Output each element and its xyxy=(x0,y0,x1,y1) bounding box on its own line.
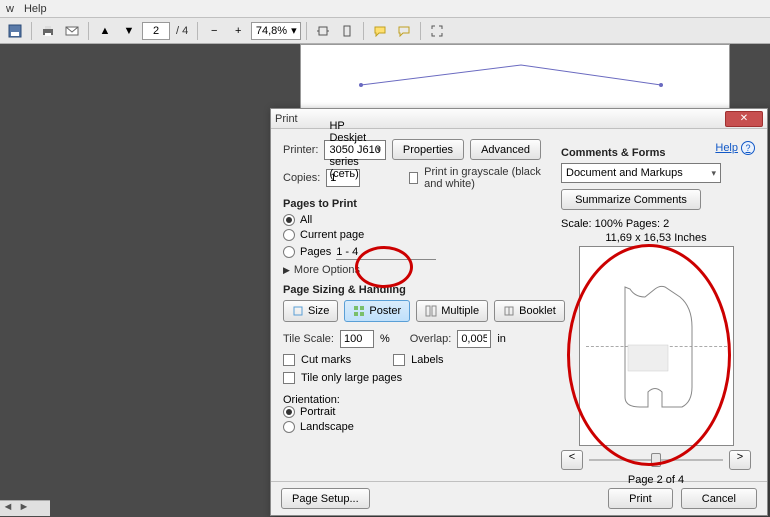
pages-range-input[interactable] xyxy=(336,244,436,260)
radio-current[interactable] xyxy=(283,229,295,241)
pattern-preview-icon xyxy=(610,277,710,417)
cancel-button[interactable]: Cancel xyxy=(681,488,757,509)
radio-all-label: All xyxy=(300,214,312,226)
menu-item[interactable]: w xyxy=(6,3,14,15)
booklet-icon xyxy=(503,305,515,317)
print-icon[interactable] xyxy=(37,21,59,41)
size-icon xyxy=(292,305,304,317)
percent-label: % xyxy=(380,333,390,345)
tile-scale-input[interactable] xyxy=(340,330,374,348)
save-icon[interactable] xyxy=(4,21,26,41)
cutmarks-checkbox[interactable] xyxy=(283,354,295,366)
grayscale-label: Print in grayscale (black and white) xyxy=(424,166,541,190)
zoom-input[interactable]: 74,8%▾ xyxy=(251,22,301,40)
document-page-background xyxy=(300,44,730,114)
radio-landscape-label: Landscape xyxy=(300,421,354,433)
copies-label: Copies: xyxy=(283,172,320,184)
printer-label: Printer: xyxy=(283,144,318,156)
radio-landscape[interactable] xyxy=(283,421,295,433)
tab-size[interactable]: Size xyxy=(283,300,338,322)
overlap-unit: in xyxy=(497,333,506,345)
preview-next-button[interactable]: > xyxy=(729,450,751,470)
printer-select[interactable]: HP Deskjet 3050 J610 series (сеть) xyxy=(324,140,385,160)
pages-to-print-heading: Pages to Print xyxy=(283,198,541,210)
scale-text: Scale: 100% Pages: 2 xyxy=(561,218,751,230)
sizing-heading: Page Sizing & Handling xyxy=(283,284,541,296)
page-nav-up-icon[interactable]: ▲ xyxy=(94,21,116,41)
fullscreen-icon[interactable] xyxy=(426,21,448,41)
annotation-icon[interactable] xyxy=(393,21,415,41)
preview-page-indicator: Page 2 of 4 xyxy=(561,474,751,486)
radio-pages-label: Pages xyxy=(300,246,331,258)
overlap-label: Overlap: xyxy=(410,333,452,345)
menu-bar: w Help xyxy=(0,0,770,18)
page-number-input[interactable] xyxy=(142,22,170,40)
tab-poster[interactable]: Poster xyxy=(344,300,410,322)
summarize-button[interactable]: Summarize Comments xyxy=(561,189,701,210)
print-preview xyxy=(579,246,734,446)
menu-item-help[interactable]: Help xyxy=(24,3,47,15)
print-button[interactable]: Print xyxy=(608,488,673,509)
poster-icon xyxy=(353,305,365,317)
advanced-button[interactable]: Advanced xyxy=(470,139,541,160)
zoom-in-icon[interactable]: + xyxy=(227,21,249,41)
radio-portrait-label: Portrait xyxy=(300,406,335,418)
labels-checkbox[interactable] xyxy=(393,354,405,366)
toolbar: ▲ ▼ / 4 − + 74,8%▾ xyxy=(0,18,770,44)
comments-select[interactable]: Document and Markups xyxy=(561,163,721,183)
multiple-icon xyxy=(425,305,437,317)
close-button[interactable]: ✕ xyxy=(725,111,763,127)
preview-slider[interactable] xyxy=(589,450,723,470)
preview-prev-button[interactable]: < xyxy=(561,450,583,470)
scrollbar-horizontal[interactable]: ◄► xyxy=(0,500,50,516)
page-nav-down-icon[interactable]: ▼ xyxy=(118,21,140,41)
fit-width-icon[interactable] xyxy=(312,21,334,41)
tab-booklet[interactable]: Booklet xyxy=(494,300,565,322)
print-dialog: Print ✕ Help? Printer: HP Deskjet 3050 J… xyxy=(270,108,768,516)
triangle-right-icon: ▶ xyxy=(283,265,290,276)
page-total: / 4 xyxy=(176,25,188,37)
fit-page-icon[interactable] xyxy=(336,21,358,41)
orientation-heading: Orientation: xyxy=(283,394,541,406)
more-options-toggle[interactable]: ▶More Options xyxy=(283,264,541,276)
zoom-out-icon[interactable]: − xyxy=(203,21,225,41)
grayscale-checkbox[interactable] xyxy=(409,172,418,184)
radio-pages[interactable] xyxy=(283,246,295,258)
tile-scale-label: Tile Scale: xyxy=(283,333,334,345)
page-setup-button[interactable]: Page Setup... xyxy=(281,488,370,509)
tile-large-label: Tile only large pages xyxy=(301,372,402,384)
comments-heading: Comments & Forms xyxy=(561,147,751,159)
overlap-input[interactable] xyxy=(457,330,491,348)
page-dimensions: 11,69 x 16,53 Inches xyxy=(561,232,751,244)
labels-label: Labels xyxy=(411,354,443,366)
tile-large-checkbox[interactable] xyxy=(283,372,295,384)
tab-multiple[interactable]: Multiple xyxy=(416,300,488,322)
radio-all[interactable] xyxy=(283,214,295,226)
radio-portrait[interactable] xyxy=(283,406,295,418)
radio-current-label: Current page xyxy=(300,229,364,241)
properties-button[interactable]: Properties xyxy=(392,139,464,160)
cutmarks-label: Cut marks xyxy=(301,354,351,366)
mail-icon[interactable] xyxy=(61,21,83,41)
comment-icon[interactable] xyxy=(369,21,391,41)
